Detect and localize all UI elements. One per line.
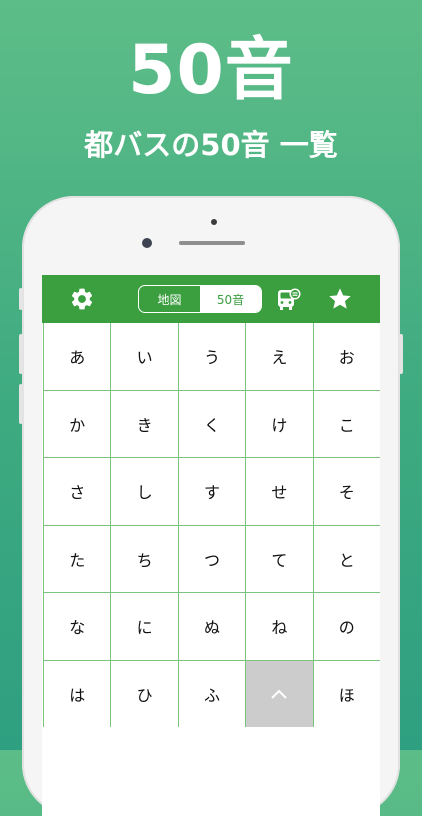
chevron-up-icon [271, 689, 288, 699]
silent-switch [19, 288, 23, 310]
kana-cell[interactable]: こ [313, 390, 380, 457]
proximity-sensor [142, 238, 152, 248]
kana-cell[interactable]: そ [313, 458, 380, 525]
volume-down-button [19, 384, 23, 424]
power-button [399, 334, 403, 374]
promo-subheadline: 都バスの50音 一覧 [84, 128, 338, 162]
kana-cell[interactable]: ひ [111, 660, 178, 727]
kana-cell[interactable]: て [246, 525, 313, 592]
kana-cell[interactable]: き [111, 390, 178, 457]
kana-cell[interactable]: し [111, 458, 178, 525]
phone-frame: 地図 50音 あ い う え お か き く け こ さ し す せ そ た ち… [19, 196, 403, 816]
kana-cell[interactable]: く [178, 390, 246, 457]
kana-cell[interactable]: つ [178, 525, 246, 592]
earpiece-speaker [179, 241, 245, 245]
kana-cell[interactable]: ぬ [178, 593, 246, 660]
kana-cell[interactable]: え [246, 323, 313, 390]
star-icon[interactable] [327, 286, 353, 312]
kana-cell[interactable]: ほ [313, 660, 380, 727]
app-screen: 地図 50音 あ い う え お か き く け こ さ し す せ そ た ち… [42, 275, 380, 816]
kana-cell[interactable]: す [178, 458, 246, 525]
kana-cell[interactable]: た [44, 525, 111, 592]
kana-cell[interactable]: せ [246, 458, 313, 525]
kana-cell[interactable]: ち [111, 525, 178, 592]
view-segmented-control: 地図 50音 [138, 285, 262, 313]
kana-cell[interactable]: さ [44, 458, 111, 525]
kana-cell[interactable]: に [111, 593, 178, 660]
kana-cell[interactable]: ふ [178, 660, 246, 727]
collapse-cell[interactable] [246, 660, 313, 727]
kana-grid: あいうえおかきくけこさしすせそたちつてとなにぬねのはひふほ [43, 323, 380, 727]
kana-cell[interactable]: あ [44, 323, 111, 390]
promo-headline: 50音 [128, 31, 294, 110]
kana-cell[interactable]: け [246, 390, 313, 457]
kana-cell[interactable]: は [44, 660, 111, 727]
kana-cell[interactable]: ね [246, 593, 313, 660]
kana-cell[interactable]: い [111, 323, 178, 390]
segment-kana[interactable]: 50音 [200, 286, 261, 312]
kana-cell[interactable]: う [178, 323, 246, 390]
front-camera [211, 219, 217, 225]
segment-map[interactable]: 地図 [139, 286, 200, 312]
kana-cell[interactable]: の [313, 593, 380, 660]
kana-cell[interactable]: お [313, 323, 380, 390]
kana-cell[interactable]: と [313, 525, 380, 592]
kana-cell[interactable]: か [44, 390, 111, 457]
kana-cell[interactable]: な [44, 593, 111, 660]
gear-icon[interactable] [69, 286, 95, 312]
navigation-bar: 地図 50音 [42, 275, 380, 323]
volume-up-button [19, 334, 23, 374]
bus-stop-icon[interactable] [276, 286, 302, 312]
